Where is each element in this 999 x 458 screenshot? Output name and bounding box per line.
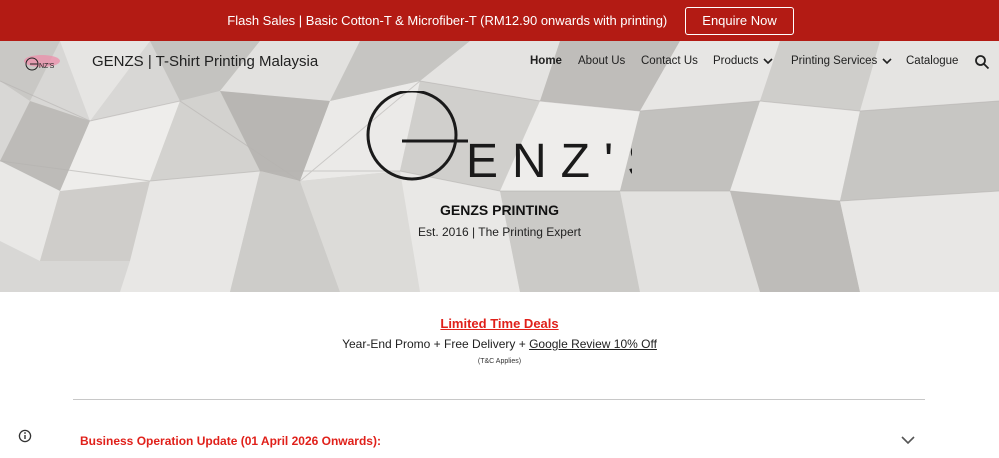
chevron-down-icon [882, 58, 892, 65]
search-icon[interactable] [974, 54, 990, 70]
hero-subtitle: Est. 2016 | The Printing Expert [418, 225, 581, 239]
nav-item-label: Printing Services [791, 55, 878, 67]
nav-item-label: Contact Us [641, 55, 698, 67]
nav-item-contact-us[interactable]: Contact Us [641, 55, 698, 67]
site-header: NZ'S GENZS | T-Shirt Printing Malaysia H… [0, 41, 999, 83]
hero-banner: NZ'S GENZS | T-Shirt Printing Malaysia H… [0, 41, 999, 292]
google-review-link[interactable]: Google Review 10% Off [529, 337, 657, 351]
nav-item-label: Catalogue [906, 55, 959, 67]
enquire-now-button[interactable]: Enquire Now [685, 6, 794, 35]
deals-line: Year-End Promo + Free Delivery + Google … [0, 337, 999, 351]
deals-line-prefix: Year-End Promo + Free Delivery + [342, 337, 530, 351]
nav-item-products[interactable]: Products [713, 55, 774, 67]
nav-item-label: Home [530, 55, 562, 67]
promo-text: Flash Sales | Basic Cotton-T & Microfibe… [227, 13, 668, 28]
nav-item-home[interactable]: Home [530, 55, 562, 67]
nav-item-label: About Us [578, 55, 626, 67]
business-update-accordion-title[interactable]: Business Operation Update (01 April 2026… [80, 434, 381, 448]
chevron-down-icon[interactable] [900, 433, 916, 447]
hero-logo-text: ENZ'S [466, 135, 632, 183]
section-divider [73, 399, 925, 400]
nav-item-printing-services[interactable]: Printing Services [791, 55, 893, 67]
nav-item-label: Products [713, 55, 759, 67]
main-nav: Home About Us Contact Us Products Printi… [0, 55, 999, 75]
nav-item-about-us[interactable]: About Us [578, 55, 625, 67]
hero-logo-icon: ENZ'S [366, 91, 632, 183]
promo-bar: Flash Sales | Basic Cotton-T & Microfibe… [0, 0, 999, 41]
chevron-down-icon [763, 58, 773, 65]
deals-title: Limited Time Deals [440, 316, 559, 331]
deals-terms: (T&C Applies) [477, 358, 522, 365]
info-icon[interactable] [18, 429, 32, 443]
nav-item-catalogue[interactable]: Catalogue [906, 55, 958, 67]
hero-title: GENZS PRINTING [439, 202, 559, 218]
